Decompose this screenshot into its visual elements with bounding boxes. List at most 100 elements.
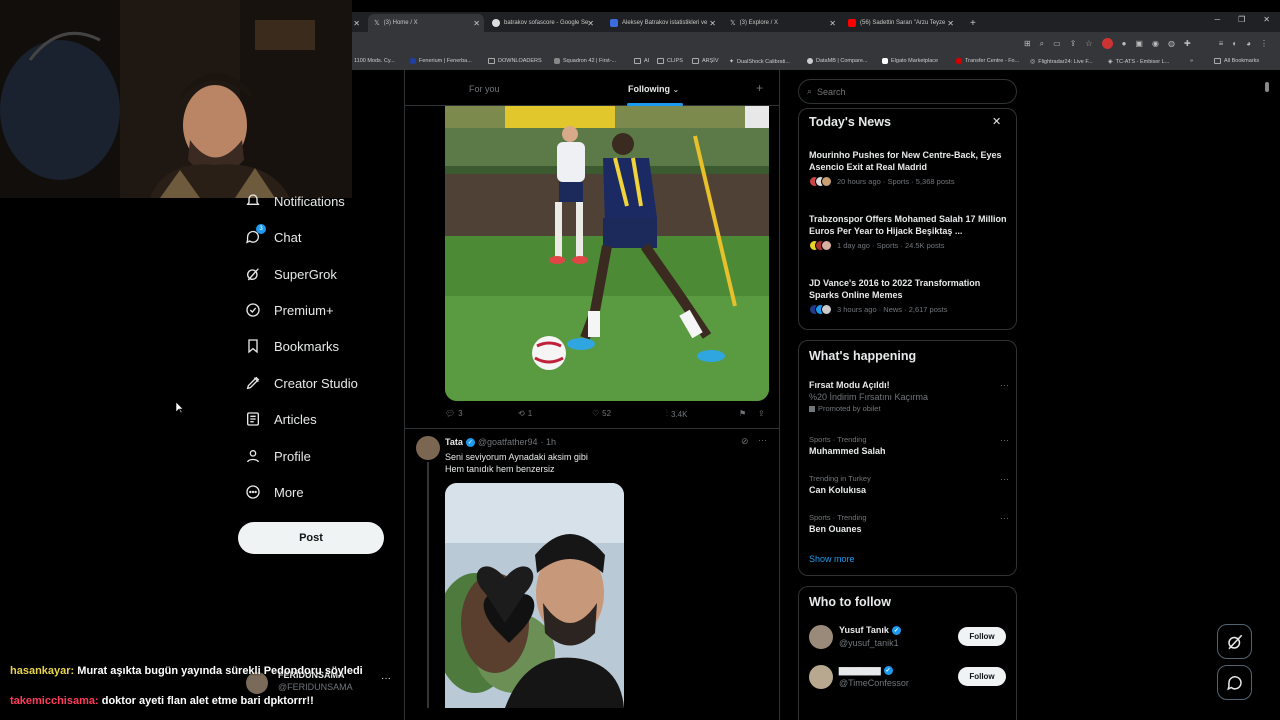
post-author-handle[interactable]: @goatfather94 — [478, 437, 538, 447]
nav-supergrok[interactable]: SuperGrok — [244, 265, 337, 283]
share-button[interactable]: ⇪ — [758, 409, 765, 418]
post-more-icon[interactable]: ··· — [758, 435, 767, 445]
cast-icon[interactable]: ▭ — [1053, 39, 1061, 48]
tab-for-you[interactable]: For you — [469, 84, 500, 94]
all-bookmarks[interactable]: All Bookmarks — [1214, 58, 1259, 64]
nav-profile[interactable]: Profile — [244, 447, 311, 465]
bookmark-item[interactable]: 1100 Mods. Cy... — [354, 58, 395, 64]
trend-item[interactable]: Sports · Trending Ben Ouanes ··· — [809, 513, 1009, 534]
nav-articles[interactable]: Articles — [244, 410, 317, 428]
translate-icon[interactable]: ⊞ — [1024, 39, 1031, 48]
tab-close-icon[interactable]: ✕ — [947, 19, 954, 28]
suggested-account-name[interactable]: Yusuf Tanık ✓ — [839, 625, 901, 635]
account-more-icon[interactable]: ··· — [381, 673, 391, 684]
profile-icon[interactable]: ≡ — [1219, 39, 1224, 48]
restore-icon[interactable]: ❐ — [1238, 15, 1245, 24]
menu-icon[interactable]: ⋮ — [1260, 39, 1268, 48]
nav-chat[interactable]: 3 Chat — [244, 224, 301, 246]
like-button[interactable]: ♡ 52 — [592, 409, 611, 418]
tab-close-icon[interactable]: ✕ — [829, 19, 836, 28]
chat-username: takemicchisama: — [10, 695, 99, 707]
tab-close-prev[interactable]: ✕ — [352, 14, 364, 32]
nav-more[interactable]: More — [244, 483, 304, 501]
tab-following[interactable]: Following ⌄ — [628, 84, 679, 94]
bookmarks-overflow[interactable]: » — [1190, 58, 1193, 64]
star-icon[interactable]: ☆ — [1085, 39, 1092, 48]
news-item[interactable]: Mourinho Pushes for New Centre-Back, Eye… — [809, 149, 1009, 187]
news-item[interactable]: JD Vance's 2016 to 2022 Transformation S… — [809, 277, 1009, 315]
more-options-icon[interactable]: ··· — [1000, 474, 1009, 484]
tab-youtube[interactable]: (56) Sadettin Saran "Arzu Teyze ✕ — [842, 14, 958, 32]
puzzle-icon[interactable]: ✚ — [1184, 39, 1191, 48]
bookmark-folder[interactable]: CLIPS — [657, 58, 683, 64]
post-button[interactable]: Post — [238, 522, 384, 554]
grok-explain-icon[interactable]: ⊘ — [741, 436, 749, 447]
follow-button[interactable]: Follow — [958, 627, 1006, 646]
extension-icon[interactable] — [1101, 38, 1113, 49]
close-icon[interactable]: ✕ — [992, 115, 1001, 128]
search-box[interactable]: ⌕ — [798, 79, 1017, 104]
bookmark-item[interactable]: Fenerium | Fenerba... — [410, 58, 472, 64]
views-button[interactable]: ⫶ 3.4K — [666, 409, 687, 419]
more-options-icon[interactable]: ··· — [1000, 435, 1009, 445]
tab-close-icon[interactable]: ✕ — [709, 19, 716, 28]
follow-button[interactable]: Follow — [958, 667, 1006, 686]
close-window-icon[interactable]: ✕ — [1263, 15, 1270, 24]
nav-creator-studio[interactable]: Creator Studio — [244, 374, 358, 392]
bookmark-item[interactable]: Squadron 42 | First-... — [554, 58, 616, 64]
minimize-icon[interactable]: ─ — [1214, 15, 1220, 24]
avatar[interactable] — [809, 625, 833, 649]
tab-home-x[interactable]: 𝕏 (3) Home / X ✕ — [368, 14, 484, 32]
extension-icon[interactable]: ◐ — [1232, 39, 1237, 48]
bookmark-item[interactable]: ◎ Flightradar24: Live F... — [1030, 58, 1093, 66]
promoted-trend[interactable]: Fırsat Modu Açıldı! %20 İndirim Fırsatın… — [809, 380, 1009, 413]
more-options-icon[interactable]: ··· — [1000, 380, 1009, 390]
tab-explore-x[interactable]: 𝕏 (3) Explore / X ✕ — [724, 14, 840, 32]
tab-close-icon[interactable]: ✕ — [587, 19, 594, 28]
post-time[interactable]: · 1h — [541, 437, 557, 447]
account-icon[interactable]: ◕ — [1246, 39, 1251, 48]
suggested-account-name[interactable]: ▆▆▆▆▆▆ ✓ — [839, 665, 893, 676]
reply-button[interactable]: 💬︎ 3 — [445, 409, 463, 418]
extension-icon[interactable]: ● — [1122, 39, 1127, 48]
add-tab-button[interactable]: + — [756, 81, 763, 95]
tab-google[interactable]: batrakov sofascore - Google Se ✕ — [486, 14, 598, 32]
share-icon[interactable]: ⇪ — [1070, 39, 1077, 48]
bookmark-item[interactable]: ◈ TC-ATS - Embiser L... — [1108, 58, 1169, 66]
extension-icon[interactable]: ▣ — [1135, 39, 1143, 48]
messages-fab[interactable] — [1217, 665, 1252, 700]
trend-item[interactable]: Sports · Trending Muhammed Salah ··· — [809, 435, 1009, 456]
more-options-icon[interactable]: ··· — [1000, 513, 1009, 523]
bookmark-item[interactable]: Transfer Centre - Fo... — [956, 58, 1019, 64]
bookmark-folder[interactable]: AI — [634, 58, 649, 64]
trend-item[interactable]: Trending in Turkey Can Kolukısa ··· — [809, 474, 1009, 495]
extension-icon[interactable]: ◍ — [1168, 39, 1175, 48]
bookmark-item[interactable]: Elgato Marketplace — [882, 58, 938, 64]
nav-bookmarks[interactable]: Bookmarks — [244, 337, 339, 355]
post-author-name[interactable]: Tata — [445, 437, 463, 447]
avatar[interactable] — [809, 665, 833, 689]
bookmark-item[interactable]: DataMB | Compare... — [807, 58, 868, 64]
tab-close-icon[interactable]: ✕ — [473, 19, 480, 28]
post-image[interactable] — [445, 106, 769, 401]
nav-premium[interactable]: Premium+ — [244, 301, 334, 319]
post-image[interactable] — [445, 483, 624, 708]
bell-icon — [244, 192, 262, 210]
show-more-link[interactable]: Show more — [809, 554, 855, 564]
bookmark-item[interactable]: ✦ DualShock Calibrati... — [729, 58, 790, 66]
tab-batrakov[interactable]: Aleksey Batrakov istatistikleri ve ✕ — [604, 14, 720, 32]
scrollbar-thumb[interactable] — [1265, 82, 1269, 92]
post-avatar[interactable] — [416, 436, 440, 460]
grok-fab[interactable] — [1217, 624, 1252, 659]
extension-icon[interactable]: ◉ — [1152, 39, 1159, 48]
page-scrollbar[interactable] — [1264, 76, 1270, 720]
bookmark-folder[interactable]: DOWNLOADERS — [488, 58, 542, 64]
news-item[interactable]: Trabzonspor Offers Mohamed Salah 17 Mill… — [809, 213, 1009, 251]
bookmark-folder[interactable]: ARŞİV — [692, 58, 719, 64]
repost-button[interactable]: ⟲ 1 — [518, 409, 532, 418]
bookmark-post-button[interactable]: ⚑ — [739, 409, 746, 418]
nav-notifications[interactable]: Notifications — [244, 192, 345, 210]
zoom-icon[interactable]: ⌕ — [1040, 39, 1044, 49]
search-input[interactable] — [817, 86, 998, 97]
new-tab-button[interactable]: + — [964, 14, 978, 32]
